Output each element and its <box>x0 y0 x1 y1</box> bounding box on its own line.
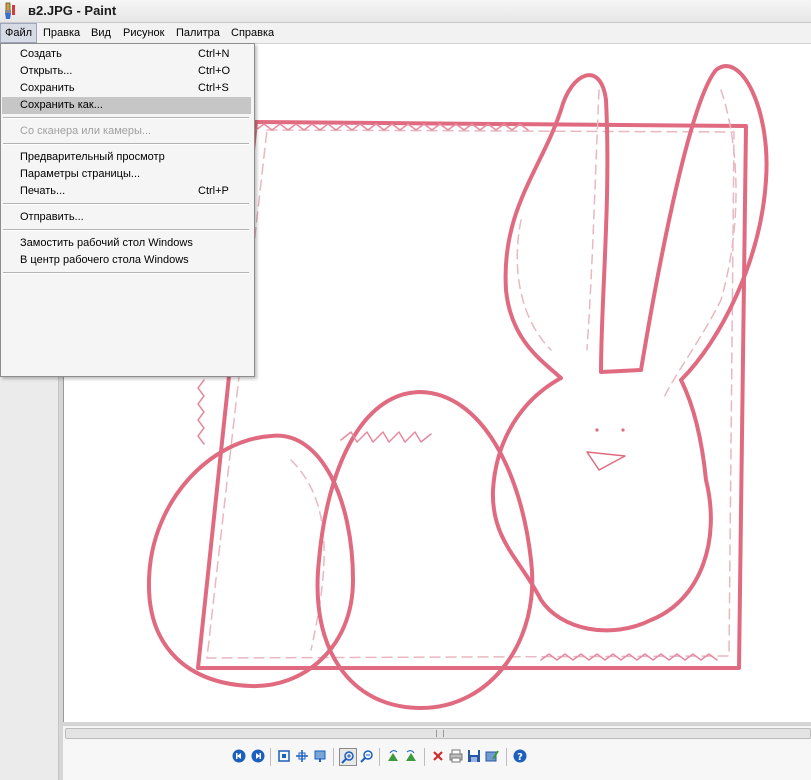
left-egg <box>146 433 355 689</box>
menu-image[interactable]: Рисунок <box>119 23 169 43</box>
toolbar-separator <box>424 748 425 766</box>
menu-view[interactable]: Вид <box>87 23 115 43</box>
zigzag-top <box>255 123 529 131</box>
menu-palette[interactable]: Палитра <box>172 23 224 43</box>
menu-item-print[interactable]: Печать... Ctrl+P <box>2 183 251 200</box>
menu-file[interactable]: Файл <box>0 23 38 43</box>
bunny-nose <box>586 451 626 471</box>
help-icon[interactable]: ? <box>512 748 528 764</box>
scrollbar-grip-icon <box>436 730 444 737</box>
menu-item-from-scanner: Со сканера или камеры... <box>20 125 152 137</box>
title-bar: в2.JPG - Paint <box>0 0 811 23</box>
menu-separator <box>3 272 249 274</box>
toolbar-separator <box>333 748 334 766</box>
scrollbar-thumb[interactable] <box>65 728 811 739</box>
paint-brush-icon[interactable] <box>2 2 18 20</box>
actual-size-icon[interactable] <box>294 748 310 764</box>
viewer-toolbar: ? <box>63 740 811 780</box>
horizontal-scrollbar[interactable] <box>63 725 811 741</box>
svg-text:?: ? <box>517 752 523 763</box>
bunny-eye-right <box>621 428 625 432</box>
menu-item-save[interactable]: Сохранить Ctrl+S <box>2 80 251 97</box>
menu-item-new[interactable]: Создать Ctrl+N <box>2 46 251 63</box>
menu-separator <box>3 143 249 145</box>
save-icon[interactable] <box>466 748 482 764</box>
window-title: в2.JPG - Paint <box>28 3 117 18</box>
menu-item-page-setup[interactable]: Параметры страницы... <box>2 166 251 183</box>
bunny-eye-left <box>595 428 599 432</box>
delete-icon[interactable] <box>430 748 446 764</box>
zigzag-left <box>197 379 205 445</box>
menu-item-print-preview[interactable]: Предварительный просмотр <box>2 149 251 166</box>
rotate-counterclockwise-icon[interactable] <box>403 748 419 764</box>
edit-icon[interactable] <box>484 748 500 764</box>
menu-separator <box>3 203 249 205</box>
zoom-out-icon[interactable] <box>359 748 375 764</box>
menu-item-send[interactable]: Отправить... <box>2 209 251 226</box>
rotate-clockwise-icon[interactable] <box>385 748 401 764</box>
previous-image-icon[interactable] <box>231 748 247 764</box>
zoom-in-icon[interactable] <box>339 748 357 766</box>
menu-item-tile-desktop[interactable]: Замостить рабочий стол Windows <box>2 235 251 252</box>
file-menu-dropdown: Создать Ctrl+N Открыть... Ctrl+O Сохрани… <box>0 43 255 377</box>
menu-item-save-as[interactable]: Сохранить как... <box>2 97 251 114</box>
bunny-outline <box>490 64 769 633</box>
menu-bar: Файл Правка Вид Рисунок Палитра Справка <box>0 23 811 44</box>
menu-help[interactable]: Справка <box>227 23 278 43</box>
toolbar-separator <box>506 748 507 766</box>
best-fit-icon[interactable] <box>276 748 292 764</box>
toolbar-separator <box>379 748 380 766</box>
square-stitch <box>206 129 735 659</box>
toolbar-separator <box>270 748 271 766</box>
menu-edit[interactable]: Правка <box>39 23 84 43</box>
slideshow-icon[interactable] <box>312 748 328 764</box>
next-image-icon[interactable] <box>250 748 266 764</box>
menu-item-center-desktop[interactable]: В центр рабочего стола Windows <box>2 252 251 269</box>
menu-separator <box>3 229 249 231</box>
menu-item-open[interactable]: Открыть... Ctrl+O <box>2 63 251 80</box>
print-icon[interactable] <box>448 748 464 764</box>
background-square <box>196 120 748 670</box>
menu-separator <box>3 117 249 119</box>
